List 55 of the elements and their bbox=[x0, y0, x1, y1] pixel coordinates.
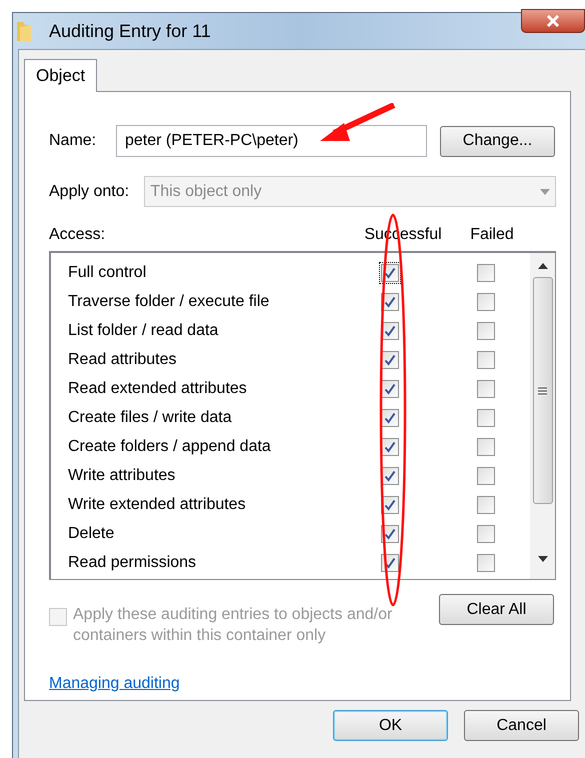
permission-label: Write attributes bbox=[67, 466, 176, 486]
checkbox[interactable] bbox=[477, 350, 495, 368]
checkbox[interactable] bbox=[477, 322, 495, 340]
column-header: Failed bbox=[469, 225, 515, 245]
checkbox[interactable] bbox=[477, 496, 495, 514]
apply-onto-label: Apply onto: bbox=[49, 182, 130, 202]
scroll-down-icon bbox=[538, 556, 548, 562]
name-label: Name: bbox=[49, 131, 98, 151]
close-icon bbox=[546, 15, 560, 27]
button[interactable]: Clear All bbox=[439, 594, 554, 625]
permission-label: List folder / read data bbox=[67, 320, 220, 340]
checkbox[interactable] bbox=[477, 408, 495, 426]
checkmark-icon bbox=[384, 412, 396, 424]
checkbox[interactable] bbox=[477, 554, 495, 572]
button[interactable]: OK bbox=[333, 710, 448, 741]
help-link[interactable]: Managing auditing bbox=[49, 675, 180, 692]
checkbox[interactable] bbox=[477, 438, 495, 456]
checkbox[interactable] bbox=[477, 466, 495, 484]
checkbox[interactable] bbox=[477, 380, 495, 398]
permission-label: Full control bbox=[67, 262, 148, 282]
checkmark-icon bbox=[384, 498, 396, 510]
checkmark-icon bbox=[384, 528, 396, 540]
permission-label: Read attributes bbox=[67, 350, 178, 370]
grip-icon bbox=[538, 386, 547, 394]
checkmark-icon bbox=[384, 266, 396, 278]
permission-label: Create files / write data bbox=[67, 408, 233, 428]
window-title: Auditing Entry for 11 bbox=[49, 20, 211, 43]
scroll-up-icon bbox=[538, 263, 548, 269]
checkbox[interactable] bbox=[477, 264, 495, 282]
checkmark-icon bbox=[384, 296, 396, 308]
name-field[interactable]: peter (PETER-PC\peter) bbox=[116, 125, 427, 157]
scroll-thumb[interactable] bbox=[532, 277, 552, 504]
checkmark-icon bbox=[384, 324, 396, 336]
permission-label: Create folders / append data bbox=[67, 436, 272, 456]
checkbox[interactable] bbox=[477, 292, 495, 310]
checkmark-icon bbox=[384, 556, 396, 568]
access-label: Access: bbox=[49, 225, 106, 245]
permission-label: Read extended attributes bbox=[67, 378, 248, 398]
button[interactable]: Cancel bbox=[464, 710, 579, 741]
checkmark-icon bbox=[384, 354, 396, 366]
permission-label: Write extended attributes bbox=[67, 494, 247, 514]
checkbox[interactable] bbox=[381, 408, 399, 426]
permission-label: Read permissions bbox=[67, 552, 198, 572]
checkmark-icon bbox=[384, 440, 396, 452]
tab[interactable]: Object bbox=[24, 59, 98, 92]
checkbox[interactable] bbox=[477, 524, 495, 542]
close-button[interactable] bbox=[521, 9, 585, 33]
checkmark-icon bbox=[384, 470, 396, 482]
dropdown-arrow-icon bbox=[540, 188, 550, 194]
scrollbar[interactable] bbox=[530, 253, 555, 579]
checkmark-icon bbox=[384, 382, 396, 394]
checkbox-label: Apply these auditing entries to objects and/or containers within this container only bbox=[73, 605, 394, 646]
permission-label: Traverse folder / execute file bbox=[67, 292, 270, 312]
permission-label: Delete bbox=[67, 524, 116, 544]
button[interactable]: Change... bbox=[440, 126, 555, 156]
